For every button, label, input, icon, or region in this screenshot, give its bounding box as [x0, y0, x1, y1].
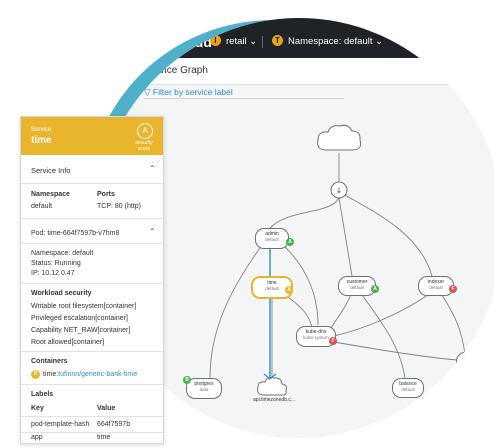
container-entry: time:tufinnn/generic-bank-time: [43, 371, 137, 378]
security-score-label: security score: [135, 140, 153, 152]
labels-key-header: Key: [31, 405, 44, 412]
graph-node-indexer[interactable]: indexer default F: [418, 276, 457, 296]
edge: [209, 247, 261, 379]
graph-node-time[interactable]: time default A: [251, 276, 293, 299]
label-value: 664f7597b: [97, 421, 131, 428]
label-value: time: [97, 434, 111, 441]
divider: [21, 283, 163, 284]
workload-item: Capability NET_RAW[container]: [31, 327, 131, 334]
edge: [269, 197, 340, 229]
service-info-collapse-icon[interactable]: ⌃: [149, 164, 156, 173]
container-image-link[interactable]: tufinnn/generic-bank-time: [58, 371, 137, 378]
container-prefix: time:: [43, 371, 59, 378]
security-badge: A: [285, 286, 293, 294]
edge: [359, 291, 406, 379]
security-badge: A: [286, 238, 294, 246]
svg-text:↓: ↓: [336, 186, 343, 195]
external-service-label: api.timezonedb.c...: [253, 397, 295, 403]
panel-header-kind: Service: [31, 127, 52, 133]
node-namespace: default: [429, 285, 443, 290]
pod-status: Status: Running: [31, 260, 81, 267]
node-namespace: default: [265, 237, 279, 242]
panel-header-service-name: time: [31, 135, 52, 146]
workload-item: Root allowed[container]: [31, 339, 105, 346]
security-badge: B: [183, 376, 191, 384]
security-badge: A: [371, 285, 379, 293]
graph-node-kube-dns[interactable]: kube-dns kube-system F: [296, 326, 337, 347]
label-key: app: [31, 434, 43, 441]
node-namespace: de: [469, 361, 475, 366]
graph-node-fw[interactable]: fw de: [456, 352, 488, 372]
edge: [439, 291, 466, 356]
service-info-title: Service Info: [31, 166, 71, 175]
node-namespace: data: [199, 387, 209, 392]
security-score-icon[interactable]: A: [137, 123, 153, 139]
graph-node-customer[interactable]: customer default A: [338, 276, 379, 296]
security-badge: F: [329, 337, 337, 345]
divider: [21, 218, 163, 219]
graph-node-admin[interactable]: admin default A: [255, 228, 294, 249]
labels-value-header: Value: [97, 405, 116, 412]
pod-title: Pod: time-664f7597b-v7hm8: [31, 230, 120, 237]
edge: [338, 197, 353, 277]
label-key: pod-template-hash: [31, 421, 90, 428]
labels-title: Labels: [31, 391, 54, 398]
workload-item: Privileged escalation[container]: [31, 315, 128, 322]
pod-namespace: Namespace: default: [31, 250, 94, 257]
graph-node-postgres[interactable]: postgres data B: [183, 376, 222, 399]
edge: [329, 291, 353, 331]
pod-collapse-icon[interactable]: ⌃: [149, 227, 156, 236]
containers-title: Containers: [31, 358, 68, 365]
ports-key: Ports: [97, 191, 115, 198]
divider: [21, 243, 163, 244]
workload-security-title: Workload security: [31, 290, 92, 297]
node-namespace: default: [350, 285, 364, 290]
panel-header: Service time A security score: [21, 117, 163, 155]
pod-ip: IP: 10.12.0.47: [31, 270, 75, 277]
node-namespace: default: [401, 387, 415, 392]
namespace-value: default: [31, 203, 53, 210]
divider: [21, 416, 163, 417]
workload-item: Writable root filesystem[container]: [31, 303, 137, 310]
divider: [21, 432, 163, 433]
namespace-key: Namespace: [31, 191, 70, 198]
edge: [333, 341, 459, 361]
external-service-cloud-icon: [257, 377, 287, 396]
divider: [21, 351, 163, 352]
graph-node-balance[interactable]: balance default: [392, 378, 424, 398]
service-details-panel: Service time A security score Service Inf…: [20, 116, 164, 444]
internet-cloud-icon: [317, 124, 362, 151]
divider: [21, 384, 163, 385]
divider: [21, 183, 163, 184]
edge: [344, 194, 433, 277]
container-security-badge: B: [31, 370, 40, 379]
ports-value: TCP: 80 (http): [97, 203, 141, 210]
security-badge: F: [449, 285, 457, 293]
